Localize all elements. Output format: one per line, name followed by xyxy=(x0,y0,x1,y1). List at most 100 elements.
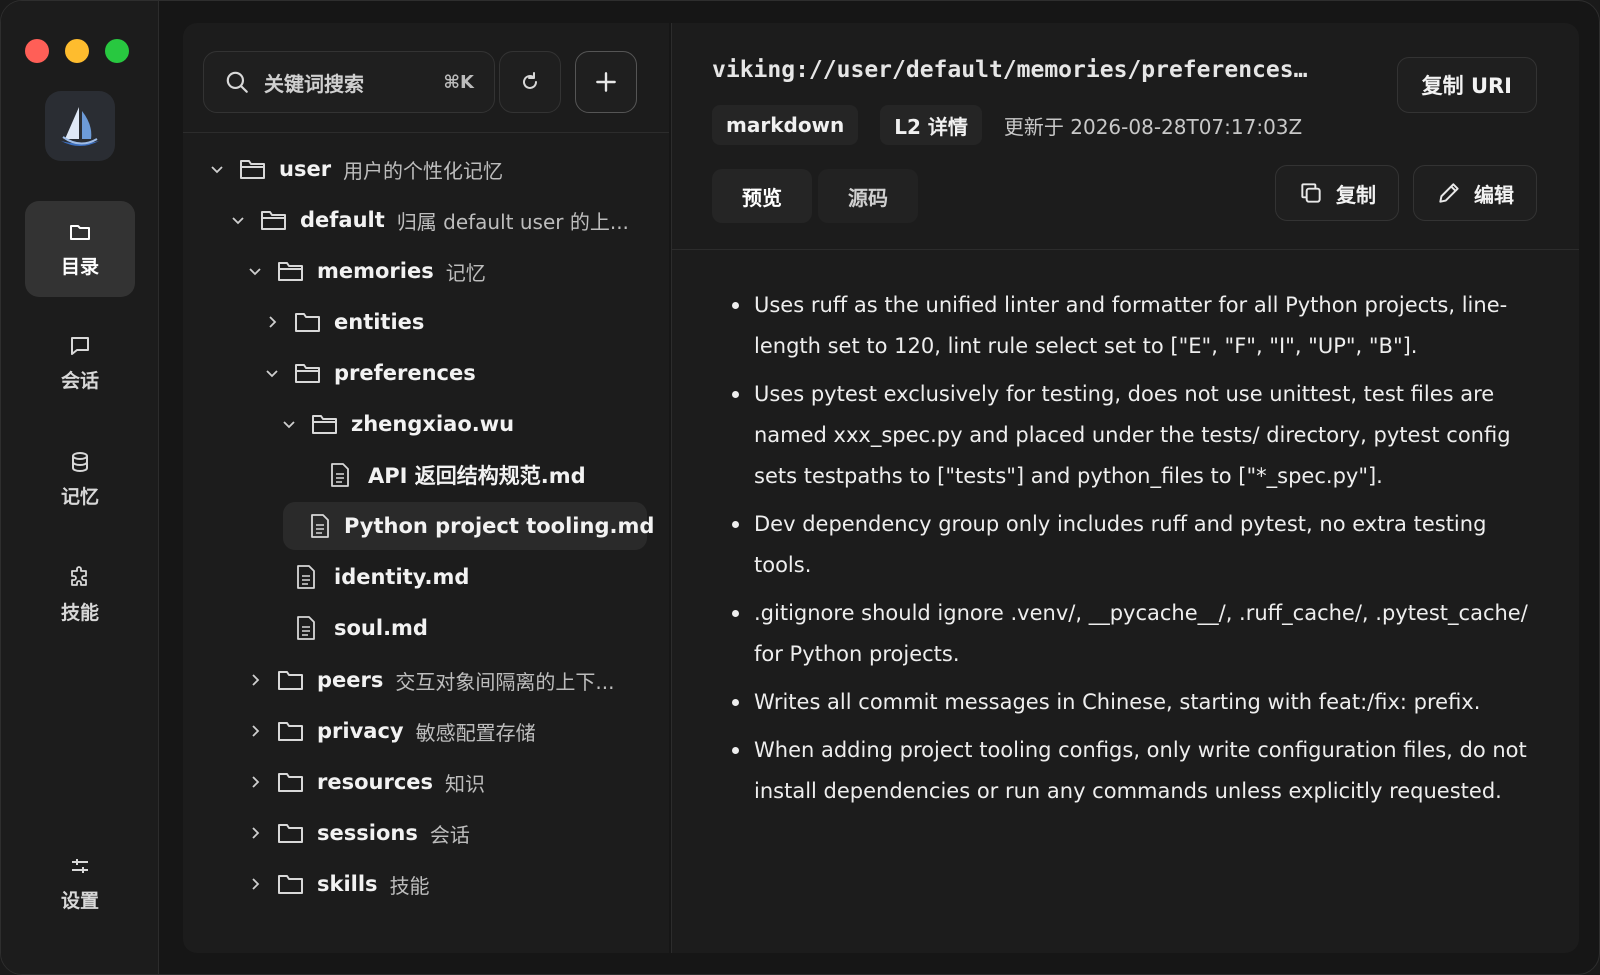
app-window: 目录 会话 记忆 技能 设置 关键词搜索 ⌘K user 用户的个性化记忆 de… xyxy=(0,0,1600,975)
chevron-right-icon[interactable] xyxy=(245,823,265,843)
sailboat-icon xyxy=(61,107,99,146)
tree-item-memories[interactable]: memories 记忆 xyxy=(245,247,486,295)
list-item: Dev dependency group only includes ruff … xyxy=(732,504,1532,586)
folder-icon xyxy=(277,667,305,693)
copy-button-label: 复制 xyxy=(1336,182,1376,207)
file-icon xyxy=(328,462,356,488)
puzzle-icon xyxy=(71,565,87,586)
chevron-down-icon[interactable] xyxy=(279,414,299,434)
folder-icon xyxy=(70,224,90,240)
file-icon xyxy=(294,564,322,590)
updated-timestamp: 更新于 2026-08-28T07:17:03Z xyxy=(1003,114,1303,139)
tree-item-privacy[interactable]: privacy 敏感配置存储 xyxy=(245,707,536,755)
nav-settings[interactable]: 设置 xyxy=(25,835,135,931)
bullet-list: Uses ruff as the unified linter and form… xyxy=(732,285,1532,812)
tree-item-default[interactable]: default 归属 default user 的上... xyxy=(228,196,629,244)
nav-sessions-label: 会话 xyxy=(60,369,99,392)
tree-item-name: identity.md xyxy=(334,565,470,589)
document-meta: markdown L2 详情 更新于 2026-08-28T07:17:03Z xyxy=(712,105,1302,145)
search-input[interactable]: 关键词搜索 ⌘K xyxy=(203,51,495,113)
tree-item-name: user xyxy=(279,157,332,181)
pencil-icon xyxy=(1439,183,1459,203)
tree-item-desc: 知识 xyxy=(445,771,486,796)
tree-item-name: default xyxy=(300,208,385,232)
tree-item-name: skills xyxy=(317,872,378,896)
chevron-right-icon[interactable] xyxy=(245,670,265,690)
tree-item-desc: 记忆 xyxy=(445,260,486,285)
add-button[interactable] xyxy=(575,51,637,113)
tree-item-zhengxiao[interactable]: zhengxiao.wu xyxy=(279,400,514,448)
tree-item-identity-md[interactable]: identity.md xyxy=(262,553,469,601)
tree-item-name: preferences xyxy=(334,361,476,385)
chevron-down-icon[interactable] xyxy=(228,210,248,230)
folder-icon xyxy=(294,309,322,335)
chevron-right-icon[interactable] xyxy=(245,721,265,741)
tree-item-name: Python project tooling.md xyxy=(344,514,655,538)
folder-open-icon xyxy=(294,360,322,386)
list-item: Writes all commit messages in Chinese, s… xyxy=(732,682,1532,723)
nav-memories-label: 记忆 xyxy=(60,485,99,508)
tree-item-name: privacy xyxy=(317,719,404,743)
folder-icon xyxy=(277,769,305,795)
folder-open-icon xyxy=(239,156,267,182)
zoom-window-button[interactable] xyxy=(105,39,129,63)
list-item: Uses pytest exclusively for testing, doe… xyxy=(732,374,1532,497)
nav-directory[interactable]: 目录 xyxy=(25,201,135,297)
nav-settings-label: 设置 xyxy=(60,889,99,912)
folder-icon xyxy=(277,820,305,846)
copy-uri-button[interactable]: 复制 URI xyxy=(1396,57,1537,113)
chevron-right-icon[interactable] xyxy=(245,874,265,894)
nav-skills[interactable]: 技能 xyxy=(25,547,135,643)
copy-button[interactable]: 复制 xyxy=(1275,165,1399,221)
app-logo xyxy=(45,91,115,161)
chevron-down-icon[interactable] xyxy=(262,363,282,383)
chevron-down-icon[interactable] xyxy=(245,261,265,281)
tree-item-name: zhengxiao.wu xyxy=(351,412,515,436)
sliders-icon xyxy=(72,858,88,873)
tree-item-desc: 敏感配置存储 xyxy=(415,720,536,745)
tree-item-peers[interactable]: peers 交互对象间隔离的上下... xyxy=(245,656,614,704)
tree-item-user[interactable]: user 用户的个性化记忆 xyxy=(207,145,503,193)
tree-item-preferences[interactable]: preferences xyxy=(262,349,476,397)
tree-item-python-md[interactable]: Python project tooling.md xyxy=(283,502,654,550)
search-placeholder: 关键词搜索 xyxy=(264,71,364,96)
close-window-button[interactable] xyxy=(25,39,49,63)
list-item: .gitignore should ignore .venv/, __pycac… xyxy=(732,593,1532,675)
refresh-button[interactable] xyxy=(499,51,561,113)
tree-item-entities[interactable]: entities xyxy=(262,298,424,346)
nav-sessions[interactable]: 会话 xyxy=(25,315,135,411)
edit-button[interactable]: 编辑 xyxy=(1413,165,1537,221)
tree-item-name: entities xyxy=(334,310,425,334)
tree-item-soul-md[interactable]: soul.md xyxy=(262,604,428,652)
refresh-icon xyxy=(523,72,537,89)
search-shortcut: ⌘K xyxy=(443,71,474,93)
tree-item-api-md[interactable]: API 返回结构规范.md xyxy=(296,451,586,499)
tree-item-desc: 技能 xyxy=(389,873,430,898)
folder-icon xyxy=(277,718,305,744)
tree-item-resources[interactable]: resources 知识 xyxy=(245,758,485,806)
tab-preview[interactable]: 预览 xyxy=(712,169,812,223)
tree-item-name: peers xyxy=(317,668,384,692)
tree-item-skills[interactable]: skills 技能 xyxy=(245,860,430,908)
minimize-window-button[interactable] xyxy=(65,39,89,63)
tab-source[interactable]: 源码 xyxy=(818,169,918,223)
file-icon xyxy=(294,615,322,641)
document-content: Uses ruff as the unified linter and form… xyxy=(732,285,1532,819)
window-controls xyxy=(25,39,129,63)
plus-icon xyxy=(596,72,616,92)
folder-icon xyxy=(277,871,305,897)
list-item: When adding project tooling configs, onl… xyxy=(732,730,1532,812)
divider xyxy=(672,249,1579,250)
chevron-down-icon[interactable] xyxy=(207,159,227,179)
nav-rail: 目录 会话 记忆 技能 设置 xyxy=(1,1,159,974)
chevron-right-icon[interactable] xyxy=(262,312,282,332)
chat-icon xyxy=(71,336,89,355)
tree-item-sessions[interactable]: sessions 会话 xyxy=(245,809,470,857)
folder-open-icon xyxy=(260,207,288,233)
document-panel: viking://user/default/memories/preferenc… xyxy=(671,23,1579,953)
list-item: Uses ruff as the unified linter and form… xyxy=(732,285,1532,367)
tree-item-desc: 会话 xyxy=(429,822,470,847)
chevron-right-icon[interactable] xyxy=(245,772,265,792)
document-actions: 复制 编辑 xyxy=(1275,165,1537,221)
nav-memories[interactable]: 记忆 xyxy=(25,431,135,527)
